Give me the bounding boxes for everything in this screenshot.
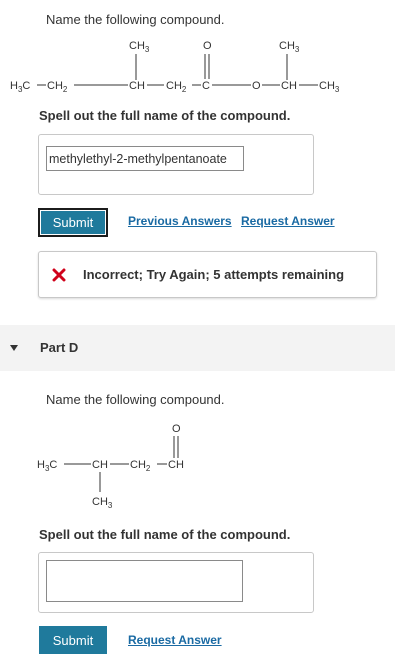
struct-d-ch2: CH2 bbox=[130, 459, 151, 473]
part-d-prompt: Name the following compound. bbox=[46, 392, 225, 407]
part-d-title: Part D bbox=[40, 340, 79, 355]
part-c-prompt: Name the following compound. bbox=[46, 12, 225, 27]
struct-ch3-end: CH3 bbox=[319, 80, 340, 94]
struct-ch2-b: CH2 bbox=[166, 80, 187, 94]
struct-d-o-double: O bbox=[172, 423, 181, 435]
part-d-answer-input[interactable] bbox=[46, 560, 243, 602]
previous-answers-link[interactable]: Previous Answers bbox=[128, 214, 232, 228]
feedback-text: Incorrect; Try Again; 5 attempts remaini… bbox=[83, 267, 345, 282]
struct-ch3-right: CH3 bbox=[279, 40, 300, 54]
struct-ch2-a: CH2 bbox=[47, 80, 68, 94]
part-c-answer-input[interactable] bbox=[46, 146, 244, 171]
struct-d-ch: CH bbox=[92, 459, 108, 471]
error-x-icon bbox=[52, 268, 66, 282]
struct-d-ch3-bottom: CH3 bbox=[92, 496, 113, 510]
struct-h3c: H3C bbox=[10, 80, 30, 94]
part-c-answer-box bbox=[38, 134, 314, 195]
struct-o-double: O bbox=[203, 40, 212, 52]
part-d-submit-button[interactable]: Submit bbox=[39, 626, 107, 654]
part-d-answer-box bbox=[38, 552, 314, 613]
struct-ch-b: CH bbox=[281, 80, 297, 92]
part-c-submit-button[interactable]: Submit bbox=[38, 208, 108, 237]
struct-d-h3c: H3C bbox=[37, 459, 57, 473]
part-d-header[interactable]: Part D bbox=[0, 325, 395, 371]
part-c-question: Spell out the full name of the compound. bbox=[39, 108, 291, 123]
part-d-structure: O H3C CH CH2 CH CH3 bbox=[37, 423, 184, 510]
part-d-question: Spell out the full name of the compound. bbox=[39, 527, 291, 542]
struct-o-ester: O bbox=[252, 80, 261, 92]
struct-ch3-left: CH3 bbox=[129, 40, 150, 54]
struct-ch-a: CH bbox=[129, 80, 145, 92]
feedback-box: Incorrect; Try Again; 5 attempts remaini… bbox=[38, 251, 377, 298]
expand-caret-icon bbox=[10, 345, 18, 351]
part-c-request-answer-link[interactable]: Request Answer bbox=[241, 214, 335, 228]
struct-d-ch-aldehyde: CH bbox=[168, 459, 184, 471]
part-c-structure: CH3 O CH3 H3C CH2 CH CH2 C O CH CH3 bbox=[10, 40, 340, 94]
struct-c-carbonyl: C bbox=[202, 80, 210, 92]
part-d-request-answer-link[interactable]: Request Answer bbox=[128, 633, 222, 647]
